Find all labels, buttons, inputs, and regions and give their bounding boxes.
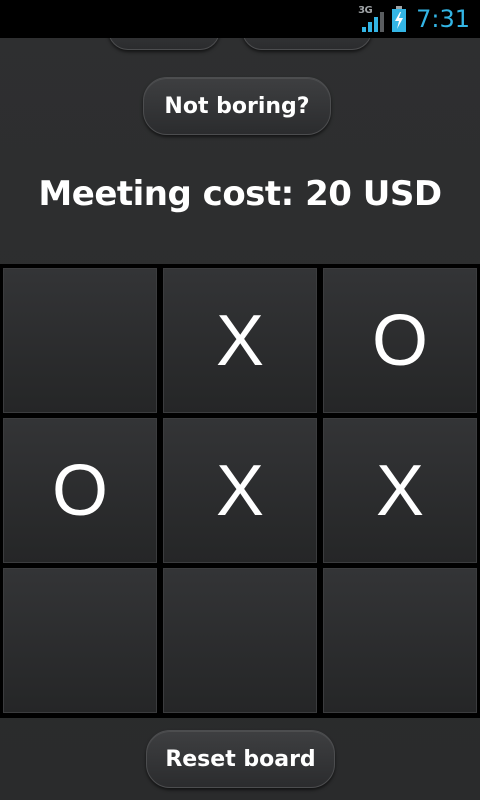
board-cell-8[interactable] <box>163 568 317 713</box>
board-cell-4[interactable]: O <box>3 418 157 563</box>
board-cell-1[interactable] <box>3 268 157 413</box>
board-cell-2[interactable]: X <box>163 268 317 413</box>
app-screen: 3G 7:31 Not boring? Meeting cost: 20 USD… <box>0 0 480 800</box>
battery-charging-icon <box>392 6 407 32</box>
tic-tac-toe-board: X O O X X <box>0 264 480 718</box>
reset-board-button[interactable]: Reset board <box>146 730 335 788</box>
status-bar: 3G 7:31 <box>0 0 480 38</box>
meeting-cost-label: Meeting cost: 20 USD <box>38 174 442 214</box>
board-cell-7[interactable] <box>3 568 157 713</box>
board-cell-5[interactable]: X <box>163 418 317 563</box>
signal-strength-icon <box>362 12 385 32</box>
status-clock: 7:31 <box>416 5 470 33</box>
not-boring-button[interactable]: Not boring? <box>143 77 331 135</box>
network-indicator: 3G <box>358 5 385 32</box>
board-cell-9[interactable] <box>323 568 477 713</box>
status-icons: 3G 7:31 <box>358 0 470 38</box>
board-cell-6[interactable]: X <box>323 418 477 563</box>
board-cell-3[interactable]: O <box>323 268 477 413</box>
